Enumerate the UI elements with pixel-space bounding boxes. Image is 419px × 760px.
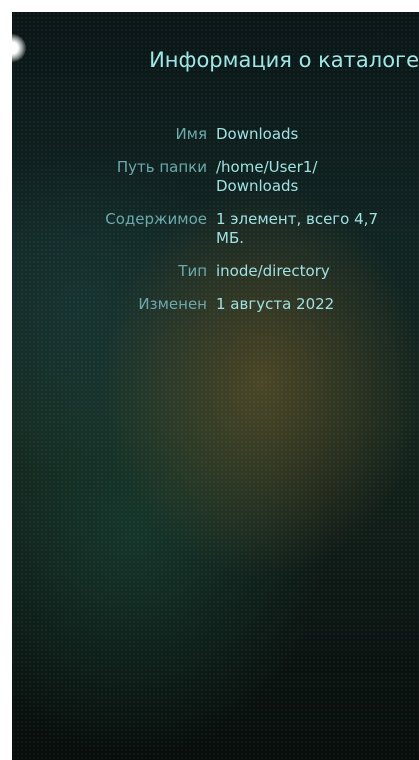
detail-row-modified: Изменен 1 августа 2022 xyxy=(12,295,419,314)
page-title: Информация о каталоге xyxy=(149,48,419,72)
detail-row-type: Тип inode/directory xyxy=(12,262,419,281)
detail-label: Тип xyxy=(178,262,207,280)
details-list: Имя Downloads Путь папки /home/User1/ Do… xyxy=(12,125,419,328)
detail-row-name: Имя Downloads xyxy=(12,125,419,144)
detail-label: Имя xyxy=(175,125,207,143)
detail-value: 1 августа 2022 xyxy=(216,295,335,313)
detail-row-path: Путь папки /home/User1/ Downloads xyxy=(12,158,419,196)
detail-label: Путь папки xyxy=(116,158,207,176)
detail-value: Downloads xyxy=(216,125,299,143)
detail-label: Содержимое xyxy=(105,210,207,228)
detail-value: /home/User1/ Downloads xyxy=(216,158,318,195)
directory-info-page: Информация о каталоге Имя Downloads Путь… xyxy=(12,12,419,760)
detail-label: Изменен xyxy=(138,295,207,313)
detail-value: 1 элемент, всего 4,7 МБ. xyxy=(216,210,378,247)
detail-value: inode/directory xyxy=(216,262,330,280)
pulley-menu-indicator[interactable] xyxy=(12,34,26,62)
detail-row-contents: Содержимое 1 элемент, всего 4,7 МБ. xyxy=(12,210,419,248)
